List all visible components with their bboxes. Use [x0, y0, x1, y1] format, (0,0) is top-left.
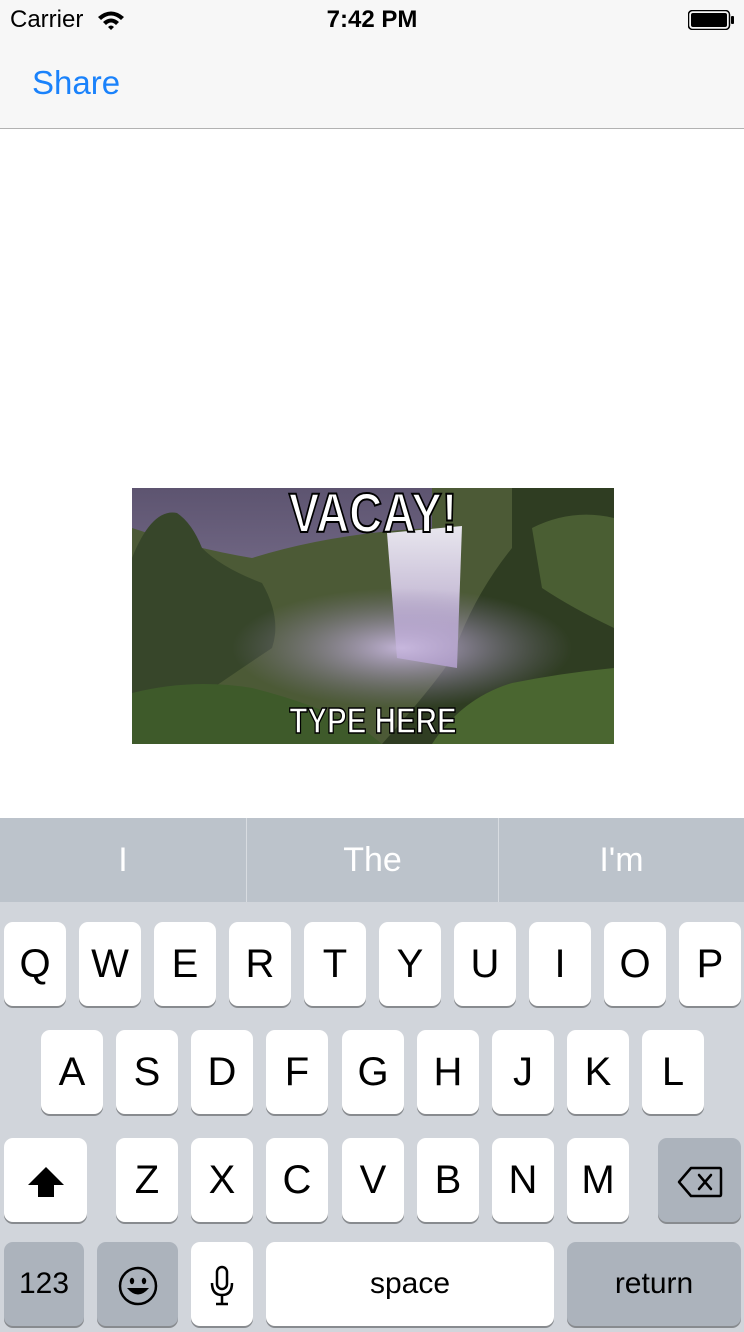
key-r[interactable]: R — [229, 922, 291, 1006]
backspace-icon — [677, 1167, 722, 1198]
key-j[interactable]: J — [492, 1030, 554, 1114]
space-key[interactable]: space — [266, 1242, 554, 1326]
emoji-key[interactable] — [97, 1242, 178, 1326]
status-bar: Carrier 7:42 PM — [0, 0, 744, 40]
navigation-bar: Share — [0, 40, 744, 129]
key-d[interactable]: D — [191, 1030, 253, 1114]
key-a[interactable]: A — [41, 1030, 103, 1114]
key-x[interactable]: X — [191, 1138, 253, 1222]
key-q[interactable]: Q — [4, 922, 66, 1006]
key-i[interactable]: I — [529, 922, 591, 1006]
numbers-key[interactable]: 123 — [4, 1242, 84, 1326]
battery-icon — [688, 10, 734, 30]
key-f[interactable]: F — [266, 1030, 328, 1114]
share-button[interactable]: Share — [32, 64, 120, 102]
meme-image[interactable]: VACAY! TYPE HERE — [132, 488, 614, 744]
dictation-key[interactable] — [191, 1242, 253, 1326]
suggestion-1[interactable]: I — [0, 818, 246, 902]
key-g[interactable]: G — [342, 1030, 404, 1114]
key-c[interactable]: C — [266, 1138, 328, 1222]
key-l[interactable]: L — [642, 1030, 704, 1114]
key-s[interactable]: S — [116, 1030, 178, 1114]
key-h[interactable]: H — [417, 1030, 479, 1114]
key-p[interactable]: P — [679, 922, 741, 1006]
key-u[interactable]: U — [454, 922, 516, 1006]
key-z[interactable]: Z — [116, 1138, 178, 1222]
key-y[interactable]: Y — [379, 922, 441, 1006]
meme-bottom-text[interactable]: TYPE HERE — [175, 699, 570, 742]
backspace-key[interactable] — [658, 1138, 741, 1222]
key-k[interactable]: K — [567, 1030, 629, 1114]
suggestion-2[interactable]: The — [247, 818, 498, 902]
shift-icon — [27, 1167, 64, 1198]
predictive-bar: I The I'm — [0, 818, 744, 902]
key-n[interactable]: N — [492, 1138, 554, 1222]
key-w[interactable]: W — [79, 922, 141, 1006]
emoji-icon — [118, 1267, 157, 1306]
clock: 7:42 PM — [326, 6, 418, 33]
key-m[interactable]: M — [567, 1138, 629, 1222]
key-o[interactable]: O — [604, 922, 666, 1006]
key-t[interactable]: T — [304, 922, 366, 1006]
shift-key[interactable] — [4, 1138, 87, 1222]
key-b[interactable]: B — [417, 1138, 479, 1222]
keyboard: I The I'm Q W E R T Y U I O P A S D F G … — [0, 818, 744, 1332]
key-v[interactable]: V — [342, 1138, 404, 1222]
suggestion-3[interactable]: I'm — [499, 818, 744, 902]
key-e[interactable]: E — [154, 922, 216, 1006]
return-key[interactable]: return — [567, 1242, 741, 1326]
microphone-icon — [210, 1266, 234, 1306]
meme-top-text[interactable]: VACAY! — [175, 488, 570, 545]
